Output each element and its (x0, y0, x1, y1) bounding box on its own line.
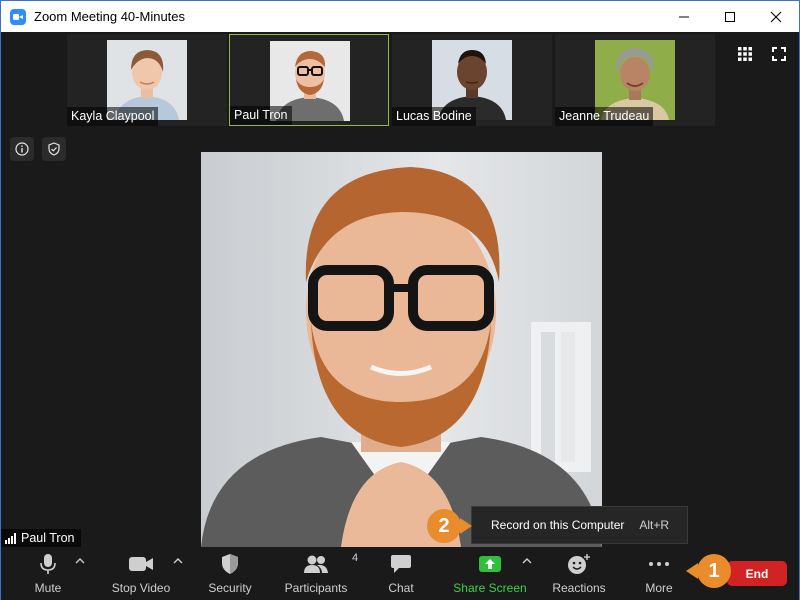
chevron-up-icon (75, 558, 85, 564)
chat-button[interactable]: Chat (383, 547, 419, 600)
close-button[interactable] (753, 1, 799, 32)
zoom-app-icon (10, 8, 26, 25)
active-speaker-video (201, 152, 602, 547)
participant-strip: Kayla Claypool Paul Tron Lucas Bodine Je… (1, 32, 799, 128)
more-button[interactable]: More (641, 547, 677, 600)
more-label: More (645, 581, 673, 595)
participant-tile-2[interactable]: Paul Tron (229, 34, 389, 126)
participant-tile-4[interactable]: Jeanne Trudeau (555, 34, 715, 126)
meeting-info-button[interactable] (10, 137, 34, 161)
share-screen-icon (479, 556, 501, 572)
more-dots-icon (649, 562, 669, 566)
participants-button[interactable]: 4 Participants (282, 547, 358, 600)
title-bar: Zoom Meeting 40-Minutes (1, 1, 799, 32)
participant-name: Kayla Claypool (67, 107, 159, 126)
security-label: Security (208, 581, 252, 595)
meeting-toolbar: Mute Stop Video Security 4 Participants … (1, 547, 799, 600)
speaker-name-tag: Paul Tron (1, 529, 81, 547)
close-icon (770, 11, 782, 22)
encryption-button[interactable] (42, 137, 66, 161)
shield-check-icon (48, 142, 60, 156)
participant-name: Lucas Bodine (392, 107, 476, 126)
signal-strength-icon (5, 532, 16, 544)
participant-name: Jeanne Trudeau (555, 107, 654, 126)
share-screen-label: Share Screen (453, 581, 527, 595)
stop-video-button[interactable]: Stop Video (109, 547, 173, 600)
fullscreen-button[interactable] (767, 42, 791, 66)
chevron-up-icon (522, 558, 532, 564)
main-video-area: Paul Tron (1, 128, 799, 547)
mute-button[interactable]: Mute (28, 547, 68, 600)
participant-name: Paul Tron (230, 106, 292, 125)
gallery-view-button[interactable] (733, 42, 757, 66)
record-shortcut: Alt+R (639, 518, 669, 532)
microphone-icon (40, 554, 56, 574)
participants-label: Participants (284, 581, 348, 595)
shield-icon (222, 554, 238, 574)
window-controls (661, 1, 799, 32)
chevron-up-icon (173, 558, 183, 564)
zoom-window: Zoom Meeting 40-Minutes Kayla Claypool P… (0, 0, 800, 600)
callout-badge-2: 2 (427, 509, 461, 543)
callout-arrow-2 (460, 518, 472, 534)
speaker-name: Paul Tron (21, 531, 75, 545)
minimize-button[interactable] (661, 1, 707, 32)
chat-bubble-icon (391, 555, 411, 573)
share-screen-button[interactable]: Share Screen (451, 547, 529, 600)
stop-video-label: Stop Video (111, 581, 171, 595)
participant-tile-1[interactable]: Kayla Claypool (67, 34, 227, 126)
info-icon (15, 142, 29, 156)
video-options-caret[interactable] (172, 555, 184, 567)
callout-badge-1: 1 (697, 554, 731, 588)
reactions-button[interactable]: Reactions (549, 547, 609, 600)
participant-tile-3[interactable]: Lucas Bodine (392, 34, 552, 126)
more-menu: Record on this Computer Alt+R (471, 506, 688, 544)
reactions-label: Reactions (552, 581, 606, 595)
grid-icon (738, 47, 752, 61)
audio-options-caret[interactable] (74, 555, 86, 567)
window-title: Zoom Meeting 40-Minutes (34, 9, 186, 24)
maximize-button[interactable] (707, 1, 753, 32)
share-options-caret[interactable] (521, 555, 533, 567)
participants-icon (304, 555, 328, 573)
minimize-icon (679, 16, 689, 17)
maximize-icon (725, 11, 735, 22)
participants-count: 4 (352, 552, 359, 564)
end-meeting-button[interactable]: End (727, 561, 787, 586)
fullscreen-icon (772, 47, 786, 61)
emoji-plus-icon (568, 554, 590, 574)
mute-label: Mute (34, 581, 62, 595)
video-camera-icon (129, 557, 153, 571)
record-on-computer-item[interactable]: Record on this Computer (491, 518, 624, 532)
chat-label: Chat (388, 581, 414, 595)
security-button[interactable]: Security (204, 547, 256, 600)
